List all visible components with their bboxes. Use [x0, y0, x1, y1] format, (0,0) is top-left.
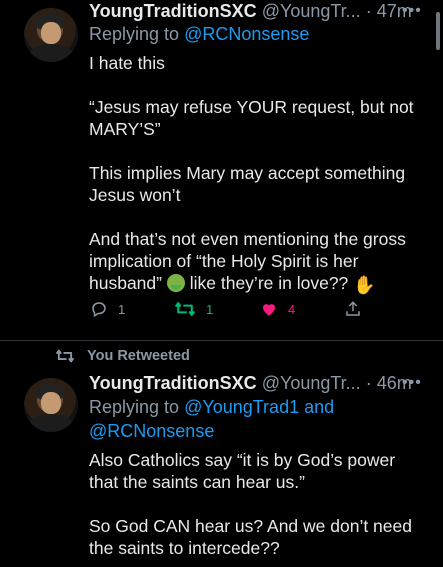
retweet-icon	[55, 349, 75, 363]
retweet-button[interactable]: 1	[174, 300, 213, 318]
like-count: 4	[288, 301, 296, 317]
reply-and-text: and	[299, 397, 335, 417]
author-name[interactable]: YoungTraditionSXC	[89, 1, 257, 21]
more-dots-icon[interactable]: •••	[402, 374, 422, 392]
avatar-face	[41, 22, 61, 44]
nauseated-face-emoji	[166, 274, 185, 292]
tweet-text: I hate this “Jesus may refuse YOUR reque…	[89, 52, 424, 296]
author-handle[interactable]: @YoungTr...	[262, 1, 361, 21]
replying-to-label: Replying to	[89, 24, 185, 44]
tweet-paragraph: I hate this	[89, 53, 165, 73]
reply-to-link[interactable]: @RCNonsense	[184, 24, 309, 44]
replying-to-label: Replying to	[89, 397, 185, 417]
reply-count: 1	[118, 301, 126, 317]
tweet-header: YoungTraditionSXC @YoungTr... · 47m	[89, 0, 412, 22]
reply-icon	[92, 302, 106, 318]
tweet-actions: 1 1 4	[90, 300, 370, 324]
more-dots-icon[interactable]: •••	[402, 2, 422, 20]
avatar-coat	[28, 414, 74, 432]
tweet-paragraph: “Jesus may refuse YOUR request, but not …	[89, 97, 414, 139]
tweet-paragraph: And that’s not even mentioning the gross…	[89, 228, 424, 296]
reply-context: Replying to @YoungTrad1 and @RCNonsense	[89, 395, 419, 443]
tweet-paragraph-text: like they’re in love??	[189, 273, 349, 293]
reply-context: Replying to @RCNonsense	[89, 22, 309, 46]
tweet-paragraph: Also Catholics say “it is by God’s power…	[89, 450, 396, 492]
tweet-text: Also Catholics say “it is by God’s power…	[89, 449, 419, 559]
tweet-header: YoungTraditionSXC @YoungTr... · 46m	[89, 372, 412, 394]
share-button[interactable]	[344, 300, 362, 318]
divider	[0, 340, 443, 341]
author-handle[interactable]: @YoungTr...	[262, 373, 361, 393]
scrollbar[interactable]	[436, 12, 440, 50]
author-name[interactable]: YoungTraditionSXC	[89, 373, 257, 393]
retweet-label: You Retweeted	[87, 348, 190, 364]
reply-button[interactable]: 1	[90, 300, 125, 318]
retweet-icon	[174, 302, 196, 316]
raised-hand-emoji: ✋	[353, 275, 376, 295]
retweet-count: 1	[206, 301, 214, 317]
avatar[interactable]	[24, 378, 78, 432]
avatar-face	[41, 392, 61, 414]
heart-icon	[263, 304, 275, 316]
like-button[interactable]: 4	[260, 300, 295, 318]
avatar[interactable]	[24, 8, 78, 62]
reply-to-link[interactable]: @RCNonsense	[89, 421, 214, 441]
tweet-paragraph: So God CAN hear us? And we don’t need th…	[89, 516, 412, 558]
reply-to-link[interactable]: @YoungTrad1	[184, 397, 299, 417]
tweet-paragraph: This implies Mary may accept something J…	[89, 163, 406, 205]
retweet-indicator: You Retweeted	[55, 348, 190, 364]
avatar-coat	[28, 44, 74, 62]
share-icon	[346, 301, 360, 316]
